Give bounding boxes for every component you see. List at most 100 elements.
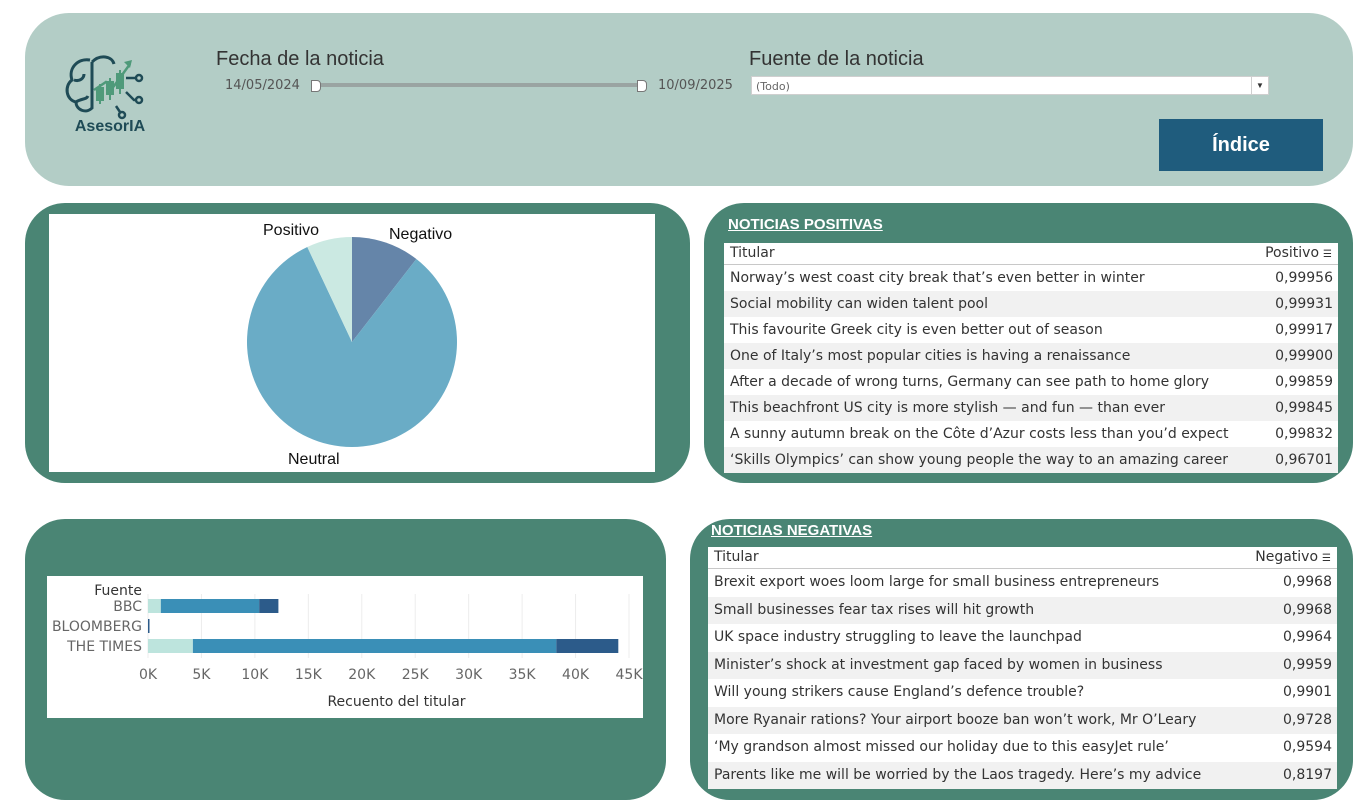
table-row[interactable]: ‘Skills Olympics’ can show young people …: [724, 447, 1338, 473]
source-dropdown-value: (Todo): [756, 80, 790, 93]
chevron-down-icon[interactable]: ▼: [1251, 77, 1268, 94]
table-row[interactable]: This beachfront US city is more stylish …: [724, 395, 1338, 421]
column-header-positivo[interactable]: Positivo ☰: [1265, 245, 1332, 261]
bar-segment-negativo[interactable]: [148, 619, 150, 633]
table-row[interactable]: This favourite Greek city is even better…: [724, 317, 1338, 343]
x-tick-label: 40K: [562, 667, 590, 683]
score-cell: 0,99845: [1275, 399, 1333, 416]
table-row[interactable]: More Ryanair rations? Your airport booze…: [708, 706, 1337, 734]
score-cell: 0,99917: [1275, 321, 1333, 338]
bar-segment-negativo[interactable]: [556, 639, 619, 653]
score-cell: 0,9594: [1283, 739, 1332, 756]
table-row[interactable]: Social mobility can widen talent pool 0,9…: [724, 291, 1338, 317]
column-header-negativo[interactable]: Negativo ☰: [1255, 549, 1331, 565]
table-header: Titular Negativo ☰: [708, 547, 1337, 569]
headline-cell: Social mobility can widen talent pool: [730, 295, 988, 312]
y-axis-title: Fuente: [94, 583, 142, 599]
table-header: Titular Positivo ☰: [724, 243, 1338, 265]
x-axis-title: Recuento del titular: [327, 694, 465, 710]
positive-news-table: Titular Positivo ☰ Norway’s west coast ci…: [724, 243, 1338, 473]
table-row[interactable]: A sunny autumn break on the Côte d’Azur …: [724, 421, 1338, 447]
score-cell: 0,99859: [1275, 373, 1333, 390]
column-header-titular[interactable]: Titular: [714, 549, 759, 565]
headline-cell: Brexit export woes loom large for small …: [714, 574, 1160, 591]
score-cell: 0,99900: [1275, 347, 1333, 364]
source-bar-chart: 0K 5K 10K 15K 20K 25K 30K 35K 40K 45K Fuente Recuen…: [47, 576, 643, 718]
table-row[interactable]: After a decade of wrong turns, Germany c…: [724, 369, 1338, 395]
headline-cell: A sunny autumn break on the Côte d’Azur …: [730, 425, 1229, 442]
filter-header: [25, 13, 1353, 186]
headline-cell: This beachfront US city is more stylish …: [730, 399, 1166, 416]
sort-icon[interactable]: ☰: [1322, 553, 1331, 564]
column-header-titular[interactable]: Titular: [730, 245, 775, 261]
headline-cell: UK space industry struggling to leave th…: [714, 629, 1082, 646]
table-row[interactable]: Parents like me will be worried by the L…: [708, 761, 1337, 789]
y-tick-label: BLOOMBERG: [52, 619, 142, 635]
x-tick-label: 20K: [348, 667, 376, 683]
headline-cell: After a decade of wrong turns, Germany c…: [730, 373, 1210, 390]
headline-cell: Small businesses fear tax rises will hit…: [714, 601, 1035, 618]
table-row[interactable]: ‘My grandson almost missed our holiday d…: [708, 734, 1337, 762]
table-row[interactable]: Brexit export woes loom large for small …: [708, 569, 1337, 597]
bar-segment-neutral[interactable]: [160, 599, 260, 613]
date-filter-label: Fecha de la noticia: [216, 48, 384, 70]
pie-label-negative: Negativo: [389, 226, 453, 243]
negative-news-title[interactable]: NOTICIAS NEGATIVAS: [711, 522, 872, 539]
x-tick-label: 35K: [509, 667, 537, 683]
score-cell: 0,9968: [1283, 601, 1332, 618]
source-filter-label: Fuente de la noticia: [749, 48, 924, 70]
pie-label-positive: Positivo: [263, 222, 320, 239]
headline-cell: This favourite Greek city is even better…: [730, 321, 1103, 338]
score-cell: 0,99832: [1275, 425, 1333, 442]
x-tick-label: 45K: [616, 667, 644, 683]
bar-segment-positivo[interactable]: [148, 639, 193, 653]
asesoria-logo: AsesorIA: [60, 48, 160, 138]
bar-segment-positivo[interactable]: [148, 599, 161, 613]
date-start-value: 14/05/2024: [225, 78, 300, 93]
score-cell: 0,99931: [1275, 295, 1333, 312]
headline-cell: Will young strikers cause England’s defe…: [714, 684, 1085, 701]
score-cell: 0,9968: [1283, 574, 1332, 591]
y-tick-label: BBC: [113, 599, 142, 615]
score-cell: 0,9959: [1283, 656, 1332, 673]
x-tick-label: 15K: [295, 667, 323, 683]
slider-end-handle[interactable]: [637, 80, 647, 92]
date-end-value: 10/09/2025: [658, 78, 733, 93]
bar-segment-negativo[interactable]: [259, 599, 279, 613]
x-tick-label: 10K: [241, 667, 269, 683]
score-cell: 0,9728: [1283, 711, 1332, 728]
pie-label-neutral: Neutral: [288, 451, 340, 468]
headline-cell: Parents like me will be worried by the L…: [714, 766, 1202, 783]
score-cell: 0,9901: [1283, 684, 1332, 701]
score-cell: 0,8197: [1283, 766, 1332, 783]
table-row[interactable]: Small businesses fear tax rises will hit…: [708, 596, 1337, 624]
date-range-slider[interactable]: [314, 83, 642, 87]
headline-cell: ‘My grandson almost missed our holiday d…: [714, 739, 1169, 756]
table-row[interactable]: UK space industry struggling to leave th…: [708, 624, 1337, 652]
y-tick-label: THE TIMES: [66, 639, 142, 655]
index-button[interactable]: Índice: [1159, 119, 1323, 171]
x-tick-label: 0K: [139, 667, 158, 683]
score-cell: 0,9964: [1283, 629, 1332, 646]
slider-start-handle[interactable]: [311, 80, 321, 92]
table-row[interactable]: Minister’s shock at investment gap faced…: [708, 651, 1337, 679]
source-dropdown[interactable]: (Todo) ▼: [751, 76, 1269, 95]
x-tick-label: 30K: [455, 667, 483, 683]
headline-cell: One of Italy’s most popular cities is ha…: [730, 347, 1131, 364]
logo-text: AsesorIA: [75, 118, 146, 135]
x-tick-label: 25K: [402, 667, 430, 683]
x-tick-label: 5K: [192, 667, 211, 683]
score-cell: 0,99956: [1275, 269, 1333, 286]
headline-cell: ‘Skills Olympics’ can show young people …: [730, 451, 1228, 468]
table-row[interactable]: One of Italy’s most popular cities is ha…: [724, 343, 1338, 369]
table-row[interactable]: Norway’s west coast city break that’s ev…: [724, 265, 1338, 291]
bar-segment-neutral[interactable]: [192, 639, 557, 653]
sort-icon[interactable]: ☰: [1323, 249, 1332, 260]
headline-cell: Norway’s west coast city break that’s ev…: [730, 269, 1145, 286]
sentiment-pie-chart: [49, 214, 655, 472]
table-row[interactable]: Will young strikers cause England’s defe…: [708, 679, 1337, 707]
score-cell: 0,96701: [1275, 451, 1333, 468]
headline-cell: More Ryanair rations? Your airport booze…: [714, 711, 1197, 728]
headline-cell: Minister’s shock at investment gap faced…: [714, 656, 1163, 673]
positive-news-title[interactable]: NOTICIAS POSITIVAS: [728, 216, 883, 233]
